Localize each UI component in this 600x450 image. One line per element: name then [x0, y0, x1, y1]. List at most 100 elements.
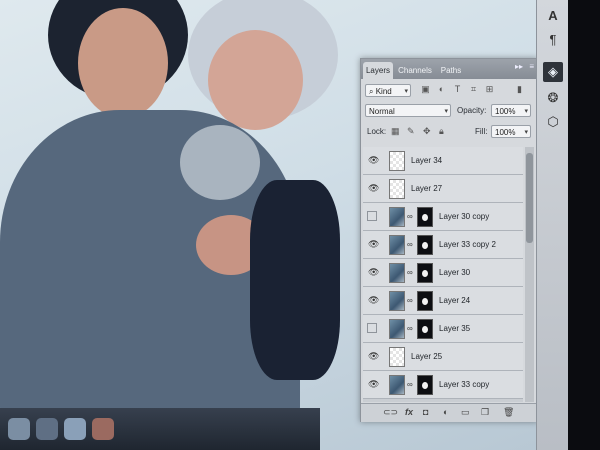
layer-row[interactable]: 👁︎ ∞ Layer 33 copy [363, 371, 523, 399]
layer-mask-thumbnail[interactable] [417, 207, 433, 227]
new-layer-icon[interactable]: ❐ [481, 407, 489, 418]
layer-name[interactable]: Layer 24 [439, 296, 470, 305]
fill-label: Fill: [475, 127, 488, 136]
visibility-eye-icon[interactable]: 👁︎ [368, 155, 379, 166]
adjustment-filter-icon[interactable]: ◐ [437, 85, 446, 94]
visibility-eye-icon[interactable]: 👁︎ [368, 351, 379, 362]
layer-row[interactable]: 👁︎ Layer 25 [363, 343, 523, 371]
visibility-toggle-empty[interactable] [367, 323, 377, 333]
layer-row[interactable]: 👁︎ ∞ Layer 30 [363, 259, 523, 287]
tab-channels[interactable]: Channels [395, 62, 435, 79]
layer-thumbnail[interactable] [389, 375, 405, 395]
lock-row: Lock: ▦ ✎ ✥ 🔒︎ Fill: 100% [365, 125, 535, 141]
opacity-input[interactable]: 100% [491, 104, 531, 118]
filter-toggle-icon[interactable]: ▮ [515, 85, 524, 94]
character-tool-icon[interactable]: A [543, 6, 563, 26]
layer-thumbnail[interactable] [389, 319, 405, 339]
trash-icon[interactable]: 🗑︎ [503, 407, 514, 418]
tab-layers[interactable]: Layers [363, 62, 393, 79]
visibility-eye-icon[interactable]: 👁︎ [368, 295, 379, 306]
type-filter-icon[interactable]: T [453, 85, 462, 94]
blend-row: Normal Opacity: 100% [365, 104, 535, 120]
photo-rider-face-right [208, 30, 303, 130]
dock-app-icon[interactable] [64, 418, 86, 440]
layer-thumbnail[interactable] [389, 179, 405, 199]
layer-thumbnail[interactable] [389, 291, 405, 311]
mask-link-icon[interactable]: ∞ [407, 296, 413, 305]
layer-mask-thumbnail[interactable] [417, 235, 433, 255]
layer-row[interactable]: 👁︎ Layer 34 [363, 147, 523, 175]
pixel-filter-icon[interactable]: ▣ [421, 85, 430, 94]
layer-name[interactable]: Layer 30 copy [439, 212, 489, 221]
fill-input[interactable]: 100% [491, 125, 531, 139]
layers-tool-icon[interactable]: ◈ [543, 62, 563, 82]
layer-row[interactable]: 👁︎ Layer 27 [363, 175, 523, 203]
paths-tool-icon[interactable]: ⬡ [543, 112, 563, 132]
lock-label: Lock: [367, 127, 387, 136]
visibility-eye-icon[interactable]: 👁︎ [368, 239, 379, 250]
layer-name[interactable]: Layer 27 [411, 184, 442, 193]
layer-thumbnail[interactable] [389, 207, 405, 227]
layer-row[interactable]: ∞ Layer 35 [363, 315, 523, 343]
photo-mirror [180, 125, 260, 200]
monitor-bezel [568, 0, 600, 450]
lock-paint-icon[interactable]: ✎ [407, 126, 415, 137]
fx-icon[interactable]: fx [405, 407, 413, 418]
panel-footer: ⊂⊃ fx ◘ ◐ ▭ ❐ 🗑︎ [361, 403, 537, 422]
adjustment-icon[interactable]: ◐ [443, 407, 448, 418]
layer-name[interactable]: Layer 34 [411, 156, 442, 165]
mask-link-icon[interactable]: ∞ [407, 380, 413, 389]
mask-link-icon[interactable]: ∞ [407, 268, 413, 277]
scrollbar-thumb[interactable] [526, 153, 533, 243]
layer-mask-thumbnail[interactable] [417, 291, 433, 311]
mask-link-icon[interactable]: ∞ [407, 240, 413, 249]
blend-mode-select[interactable]: Normal [365, 104, 451, 118]
layer-list[interactable]: 👁︎ Layer 34 👁︎ Layer 27 ∞ Layer 30 copy 👁︎ ∞ Lay… [363, 147, 523, 402]
mask-link-icon[interactable]: ∞ [407, 212, 413, 221]
shape-filter-icon[interactable]: ⌗ [469, 85, 478, 94]
opacity-label: Opacity: [457, 106, 487, 115]
collapse-icon[interactable]: ▸▸ [515, 62, 523, 71]
link-icon[interactable]: ⊂⊃ [383, 407, 398, 418]
tab-paths[interactable]: Paths [437, 62, 465, 79]
panel-dock-strip: A ¶ ◈ ❂ ⬡ [536, 0, 569, 450]
visibility-eye-icon[interactable]: 👁︎ [368, 183, 379, 194]
layer-name[interactable]: Layer 33 copy [439, 380, 489, 389]
panel-menu-icon[interactable]: ≡ [529, 62, 534, 71]
layer-name[interactable]: Layer 30 [439, 268, 470, 277]
channels-tool-icon[interactable]: ❂ [543, 88, 563, 108]
group-icon[interactable]: ▭ [461, 407, 470, 418]
paragraph-tool-icon[interactable]: ¶ [543, 30, 563, 50]
filter-kind-value: Kind [375, 87, 392, 96]
layer-thumbnail[interactable] [389, 347, 405, 367]
visibility-toggle-empty[interactable] [367, 211, 377, 221]
layer-name[interactable]: Layer 35 [439, 324, 470, 333]
dock-app-icon[interactable] [36, 418, 58, 440]
visibility-eye-icon[interactable]: 👁︎ [368, 379, 379, 390]
layer-thumbnail[interactable] [389, 235, 405, 255]
lock-transparency-icon[interactable]: ▦ [391, 126, 400, 137]
add-mask-icon[interactable]: ◘ [423, 407, 428, 418]
lock-all-icon[interactable]: 🔒︎ [439, 126, 444, 137]
layer-thumbnail[interactable] [389, 151, 405, 171]
layer-name[interactable]: Layer 25 [411, 352, 442, 361]
layer-mask-thumbnail[interactable] [417, 375, 433, 395]
layer-mask-thumbnail[interactable] [417, 319, 433, 339]
layer-thumbnail[interactable] [389, 263, 405, 283]
filter-kind-select[interactable]: ⌕ Kind [365, 84, 411, 98]
mask-link-icon[interactable]: ∞ [407, 324, 413, 333]
lock-position-icon[interactable]: ✥ [423, 126, 431, 137]
layer-mask-thumbnail[interactable] [417, 263, 433, 283]
layer-list-scrollbar[interactable] [525, 147, 534, 402]
dock-app-icon[interactable] [8, 418, 30, 440]
layer-row[interactable]: ∞ Layer 30 copy [363, 203, 523, 231]
photo-sleeve [250, 180, 340, 380]
panel-tab-bar: Layers Channels Paths ▸▸ ≡ [361, 59, 537, 79]
layers-panel: Layers Channels Paths ▸▸ ≡ ⌕ Kind ▣ ◐ T … [360, 58, 538, 422]
visibility-eye-icon[interactable]: 👁︎ [368, 267, 379, 278]
smart-object-filter-icon[interactable]: ⊞ [485, 85, 494, 94]
layer-row[interactable]: 👁︎ ∞ Layer 24 [363, 287, 523, 315]
layer-row[interactable]: 👁︎ ∞ Layer 33 copy 2 [363, 231, 523, 259]
dock-app-icon[interactable] [92, 418, 114, 440]
layer-name[interactable]: Layer 33 copy 2 [439, 240, 496, 249]
